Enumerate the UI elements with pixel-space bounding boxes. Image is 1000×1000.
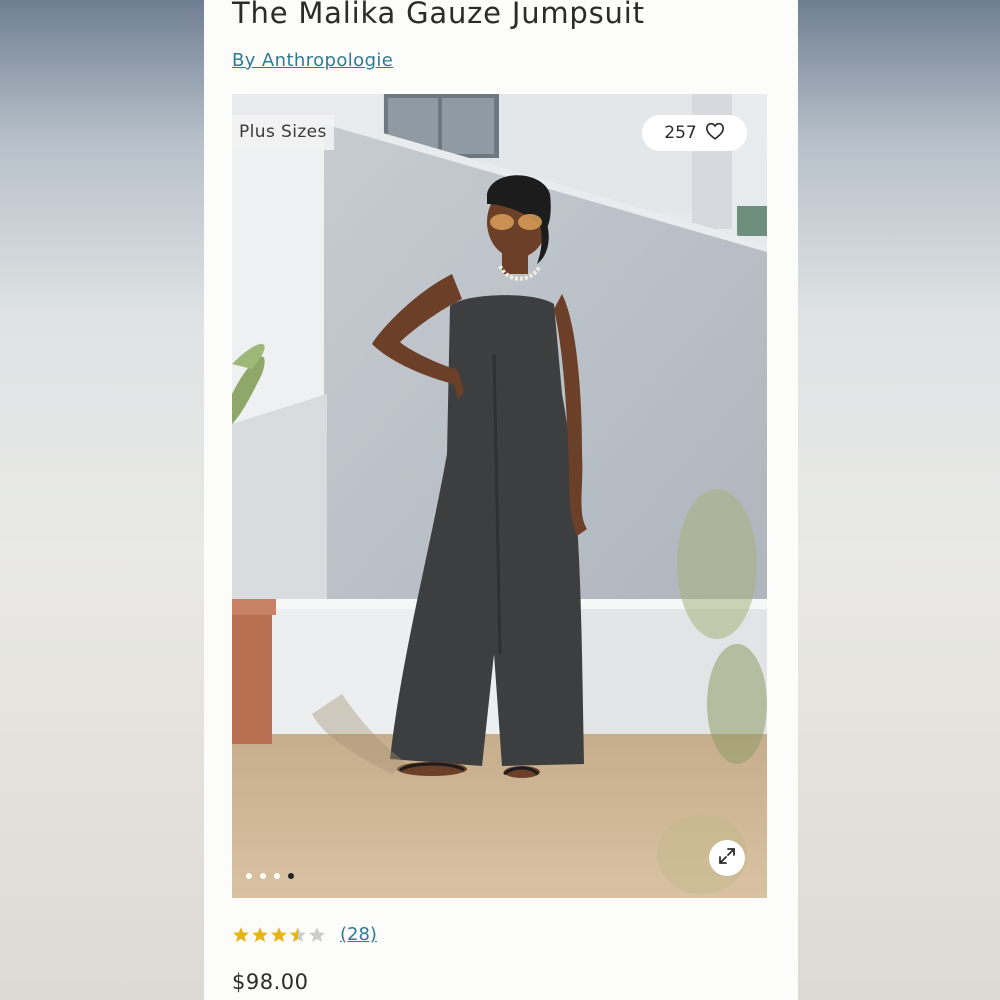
favorite-button[interactable]: 257 — [642, 115, 747, 151]
carousel-dots — [246, 873, 294, 879]
expand-image-button[interactable] — [709, 840, 745, 876]
expand-arrows-icon — [717, 846, 737, 870]
star-full-icon — [271, 926, 287, 942]
brand-link[interactable]: By Anthropologie — [232, 50, 393, 71]
star-full-icon — [233, 926, 249, 942]
star-half-icon — [290, 926, 306, 942]
product-price: $98.00 — [232, 970, 309, 994]
plus-sizes-badge: Plus Sizes — [232, 115, 334, 150]
carousel-dot[interactable] — [246, 873, 252, 879]
product-photo-illustration — [232, 94, 767, 898]
star-full-icon — [252, 926, 268, 942]
reviews-count-link[interactable]: (28) — [340, 924, 377, 945]
carousel-dot[interactable] — [260, 873, 266, 879]
product-rating: (28) — [232, 924, 377, 945]
star-empty-icon — [309, 926, 325, 942]
carousel-dot-active[interactable] — [288, 873, 294, 879]
product-image[interactable]: Plus Sizes 257 — [232, 94, 767, 898]
heart-icon — [705, 122, 725, 145]
carousel-dot[interactable] — [274, 873, 280, 879]
product-title: The Malika Gauze Jumpsuit — [232, 0, 645, 30]
favorites-count: 257 — [664, 123, 697, 143]
product-card: The Malika Gauze Jumpsuit By Anthropolog… — [204, 0, 798, 1000]
rating-stars — [232, 926, 326, 944]
